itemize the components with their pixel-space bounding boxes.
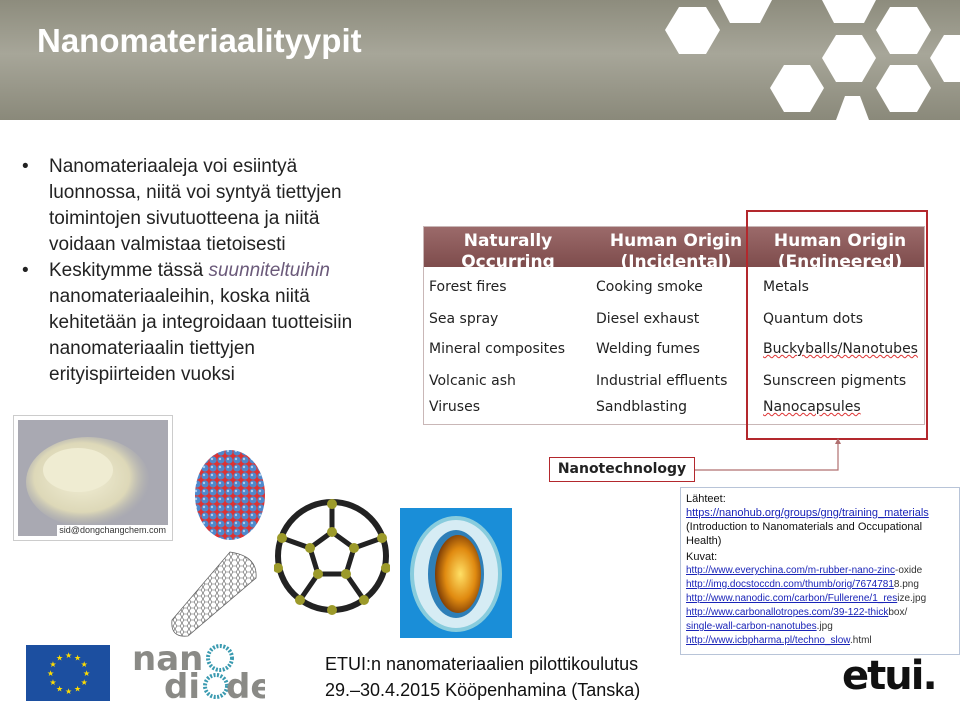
image-source-row: single-wall-carbon-nanotubes.jpg <box>686 620 954 634</box>
link-tail: box/ <box>888 607 908 618</box>
table-cell: Sea spray <box>429 311 499 327</box>
emphasis-text: suunniteltuihin <box>208 260 330 281</box>
svg-text:de: de <box>226 667 265 702</box>
image-source-row: http://img.docstoccdn.com/thumb/orig/767… <box>686 578 954 592</box>
bullet-text: Keskitymme tässä <box>49 260 209 281</box>
bullet-line: toimintojen sivutuotteena ja niitä <box>49 208 320 229</box>
title-bar <box>0 0 960 120</box>
footer-event-title: ETUI:n nanomateriaalien pilottikoulutus <box>325 654 639 674</box>
bullet-line: Keskitymme tässä suunniteltuihin <box>49 258 402 284</box>
bullet-item: Keskitymme tässä suunniteltuihin nanomat… <box>22 258 402 388</box>
bullet-line: kehitetään ja integroidaan tuotteisiin <box>49 312 353 333</box>
table-cell: Cooking smoke <box>596 279 703 295</box>
image-source-link[interactable]: http://www.carbonallotropes.com/39-122-t… <box>686 607 888 618</box>
nanoparticle-sphere-image <box>195 450 265 540</box>
zinc-oxide-powder-photo: sid@dongchangchem.com <box>13 415 173 541</box>
link-tail: .jpg <box>816 621 833 632</box>
link-tail: ize.jpg <box>897 593 927 604</box>
engineered-highlight-box <box>746 210 928 440</box>
image-source-link[interactable]: single-wall-carbon-nanotubes <box>686 621 817 632</box>
eu-star-icon: ★ <box>81 678 88 687</box>
bullet-line: erityispiirteiden vuoksi <box>49 364 235 385</box>
sources-box: Lähteet: https://nanohub.org/groups/gng/… <box>680 487 960 655</box>
bullet-item: Nanomateriaaleja voi esiintyä luonnossa,… <box>22 154 402 258</box>
source-link[interactable]: https://nanohub.org/groups/gng/training_… <box>686 506 954 520</box>
table-cell: Viruses <box>429 399 480 415</box>
eu-star-icon: ★ <box>56 685 63 694</box>
buckyball-fullerene-image <box>274 499 390 615</box>
image-source-link[interactable]: http://www.icbpharma.pl/techno_slow <box>686 635 850 646</box>
footer-event-date: 29.–30.4.2015 Kööpenhamina (Tanska) <box>325 680 641 700</box>
bullet-line: luonnossa, niitä voi syntyä tiettyjen <box>49 182 342 203</box>
sources-heading: Lähteet: <box>686 493 726 505</box>
bullet-line: nanomateriaaleihin, koska niitä <box>49 286 310 307</box>
eu-flag-logo: ★ ★★★★★★★★★★★ <box>26 645 110 701</box>
eu-star-icon: ★ <box>49 678 56 687</box>
eu-star-icon: ★ <box>81 660 88 669</box>
nanocapsule-image <box>400 508 512 638</box>
table-cell: Industrial effluents <box>596 373 728 389</box>
eu-star-icon: ★ <box>47 669 54 678</box>
etui-logo: etui. <box>842 655 938 695</box>
svg-text:di: di <box>164 667 200 702</box>
eu-star-icon: ★ <box>65 687 72 696</box>
bullet-line: Nanomateriaaleja voi esiintyä <box>49 156 298 177</box>
image-source-row: http://www.everychina.com/m-rubber-nano-… <box>686 564 954 578</box>
eu-star-icon: ★ <box>56 653 63 662</box>
bullet-line: nanomateriaalin tiettyjen <box>49 338 255 359</box>
slide-title: Nanomateriaalityypit <box>37 22 362 59</box>
link-tail: -oxide <box>894 565 923 576</box>
connector-arrow <box>695 438 841 471</box>
link-tail: .html <box>849 635 872 646</box>
svg-text:etui.: etui. <box>842 655 936 695</box>
carbon-nanotube-image <box>171 551 257 637</box>
eu-star-icon: ★ <box>65 651 72 660</box>
table-cell: Sandblasting <box>596 399 688 415</box>
image-source-link[interactable]: http://img.docstoccdn.com/thumb/orig/767… <box>686 579 894 590</box>
image-source-link[interactable]: http://www.everychina.com/m-rubber-nano-… <box>686 565 895 576</box>
bullet-list: Nanomateriaaleja voi esiintyä luonnossa,… <box>22 154 402 388</box>
link-tail: 8.png <box>893 579 919 590</box>
eu-star-icon: ★ <box>83 669 90 678</box>
image-source-link[interactable]: http://www.nanodic.com/carbon/Fullerene/… <box>686 593 897 604</box>
table-cell: Welding fumes <box>596 341 700 357</box>
nanotechnology-label: Nanotechnology <box>549 457 695 482</box>
images-heading: Kuvat: <box>686 551 718 563</box>
hexagon-decoration <box>665 0 960 120</box>
nanodiode-logo: nan di de <box>132 640 265 702</box>
image-source-row: http://www.icbpharma.pl/techno_slow.html <box>686 634 954 648</box>
header-naturally-occurring: Naturally Occurring <box>461 231 555 272</box>
photo-watermark: sid@dongchangchem.com <box>57 525 168 536</box>
image-source-row: http://www.carbonallotropes.com/39-122-t… <box>686 606 954 620</box>
table-cell: Mineral composites <box>429 341 566 357</box>
header-incidental: Human Origin (Incidental) <box>609 231 743 272</box>
table-cell: Volcanic ash <box>429 373 516 389</box>
table-cell: Forest fires <box>429 279 507 295</box>
source-description: (Introduction to Nanomaterials and Occup… <box>686 521 923 547</box>
bullet-line: voidaan valmistaa tietoisesti <box>49 234 286 255</box>
image-source-row: http://www.nanodic.com/carbon/Fullerene/… <box>686 592 954 606</box>
table-cell: Diesel exhaust <box>596 311 700 327</box>
eu-star-icon: ★ <box>74 685 81 694</box>
